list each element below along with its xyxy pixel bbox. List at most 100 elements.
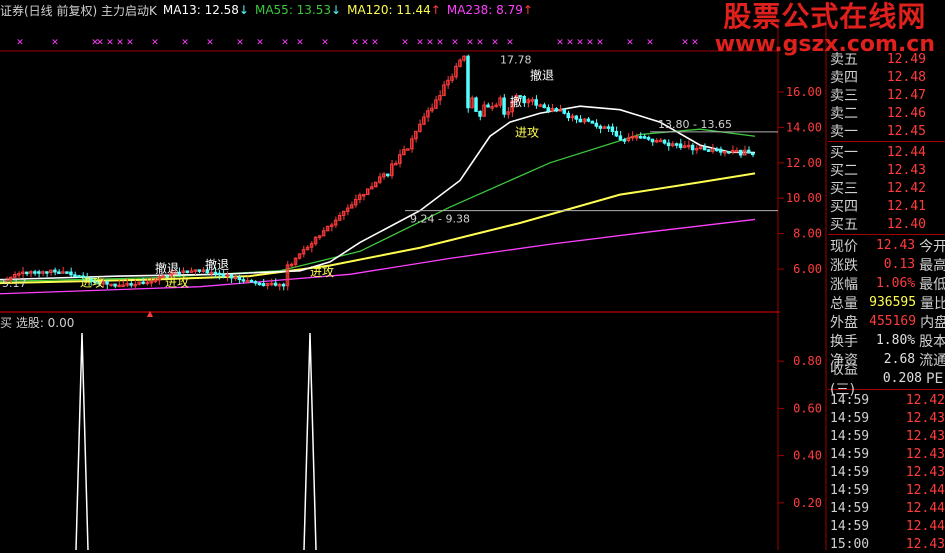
signal-marker-row: ✕✕✕✕✕✕✕✕✕✕✕✕✕✕✕✕✕✕✕✕✕✕✕✕✕✕✕✕✕✕✕✕✕✕✕✕	[16, 38, 699, 48]
candle-body	[114, 284, 117, 286]
tick-price: 12.43	[888, 447, 945, 462]
candle-body	[607, 127, 610, 128]
ma55-label: MA55: 13.53↓	[255, 3, 341, 17]
tick-time: 14:59	[828, 519, 888, 534]
tick-list[interactable]: 14:5912.4214:5912.4314:5912.4314:5912.43…	[828, 391, 945, 553]
tick-price: 12.44	[888, 501, 945, 516]
quote-panel: 现价12.43今开涨跌0.13最高涨幅1.06%最低总量936595量比外盘45…	[828, 236, 945, 388]
quote-value: 0.13	[871, 257, 915, 272]
candle-body	[198, 270, 201, 272]
candle-body	[547, 108, 550, 112]
quote-row: 收益(三)0.208PE	[828, 369, 945, 388]
bid-label: 买三	[828, 178, 876, 198]
signal-marker-icon: ✕	[236, 38, 244, 48]
sub-tick-label: 0.20	[793, 496, 822, 510]
signal-marker-icon: ✕	[426, 38, 434, 48]
candle-body	[691, 145, 694, 149]
quote-extra-label: 量比	[916, 293, 945, 313]
ask-price: 12.46	[876, 106, 926, 121]
signal-spike	[304, 333, 316, 550]
price-tick-label: 16.00	[786, 85, 822, 99]
candle-body	[54, 270, 57, 272]
tick-time: 14:59	[828, 501, 888, 516]
signal-marker-icon: ✕	[106, 38, 114, 48]
quote-value: 0.208	[874, 371, 922, 386]
quote-label: 涨幅	[828, 274, 871, 294]
candle-body	[575, 116, 578, 119]
signal-marker-icon: ✕	[491, 38, 499, 48]
candle-body	[751, 153, 754, 155]
quote-extra-label: 最高	[915, 255, 945, 275]
signal-marker-icon: ✕	[151, 38, 159, 48]
tick-price: 12.43	[888, 411, 945, 426]
candle-body	[58, 272, 61, 274]
moving-average-lines	[0, 106, 755, 294]
quote-value: 1.80%	[871, 333, 915, 348]
bid-price: 12.44	[876, 145, 926, 160]
bid-row: 买二12.43	[828, 161, 945, 179]
signal-label: 撤	[510, 94, 522, 109]
ask-label: 卖二	[828, 103, 876, 123]
signal-marker-icon: ✕	[596, 38, 604, 48]
signal-marker-icon: ✕	[626, 38, 634, 48]
candle-body	[595, 123, 598, 126]
signal-marker-icon: ✕	[371, 38, 379, 48]
indicator-header: 证券(日线 前复权) 主力启动K MA13: 12.58↓ MA55: 13.5…	[0, 0, 730, 20]
ma120-arrow-icon: ↑	[431, 3, 441, 17]
high-price-label: 17.78	[500, 54, 532, 67]
tick-row: 14:5912.43	[828, 445, 945, 463]
signal-marker-icon: ✕	[281, 38, 289, 48]
candle-body	[707, 150, 710, 152]
ask-row: 卖三12.47	[828, 86, 945, 104]
candle-body	[214, 272, 217, 274]
quote-row: 外盘455169内盘	[828, 312, 945, 331]
candle-body	[719, 149, 722, 152]
bid-price: 12.40	[876, 217, 926, 232]
signal-label: 进攻	[165, 276, 189, 290]
signal-marker-icon: ✕	[466, 38, 474, 48]
candle-body	[26, 272, 29, 274]
bid-label: 买五	[828, 214, 876, 234]
ask-price: 12.45	[876, 124, 926, 139]
tick-time: 14:59	[828, 393, 888, 408]
level-label-upper: 13.80 - 13.65	[658, 118, 732, 131]
ma120-line	[0, 173, 755, 283]
bid-price: 12.43	[876, 163, 926, 178]
candle-body	[38, 272, 41, 274]
ask-label: 卖一	[828, 121, 876, 141]
candle-body	[230, 275, 233, 278]
candle-body	[739, 150, 742, 155]
candle-body	[675, 144, 678, 146]
quote-extra-label: 流通	[915, 350, 945, 370]
signal-marker-icon: ✕	[586, 38, 594, 48]
candle-body	[238, 277, 241, 280]
candle-body	[523, 97, 526, 103]
sub-indicator-chart: 0.800.600.400.20	[76, 333, 822, 550]
signal-marker-icon: ✕	[256, 38, 264, 48]
candle-body	[703, 147, 706, 150]
bid-label: 买一	[828, 142, 876, 162]
quote-label: 现价	[828, 236, 871, 256]
ask-price: 12.47	[876, 88, 926, 103]
candle-body	[611, 127, 614, 131]
quote-label: 外盘	[828, 312, 869, 332]
quote-extra-label: 股本	[915, 331, 945, 351]
candle-body	[555, 109, 558, 112]
signal-marker-icon: ✕	[401, 38, 409, 48]
candle-body	[563, 109, 566, 113]
tick-price: 12.44	[888, 519, 945, 534]
signal-marker-icon: ✕	[436, 38, 444, 48]
signal-spike	[76, 333, 88, 550]
candle-body	[543, 105, 546, 108]
candle-body	[535, 100, 538, 105]
price-tick-label: 14.00	[786, 120, 822, 134]
candle-body	[647, 138, 650, 140]
tick-row: 14:5912.44	[828, 517, 945, 535]
quote-value: 455169	[869, 314, 916, 329]
candle-body	[615, 131, 618, 136]
kline-chart[interactable]: ✕✕✕✕✕✕✕✕✕✕✕✕✕✕✕✕✕✕✕✕✕✕✕✕✕✕✕✕✕✕✕✕✕✕✕✕ 13.…	[0, 0, 945, 550]
signal-marker-icon: ✕	[296, 38, 304, 48]
price-tick-label: 12.00	[786, 156, 822, 170]
quote-row: 现价12.43今开	[828, 236, 945, 255]
ask-row: 卖四12.48	[828, 68, 945, 86]
